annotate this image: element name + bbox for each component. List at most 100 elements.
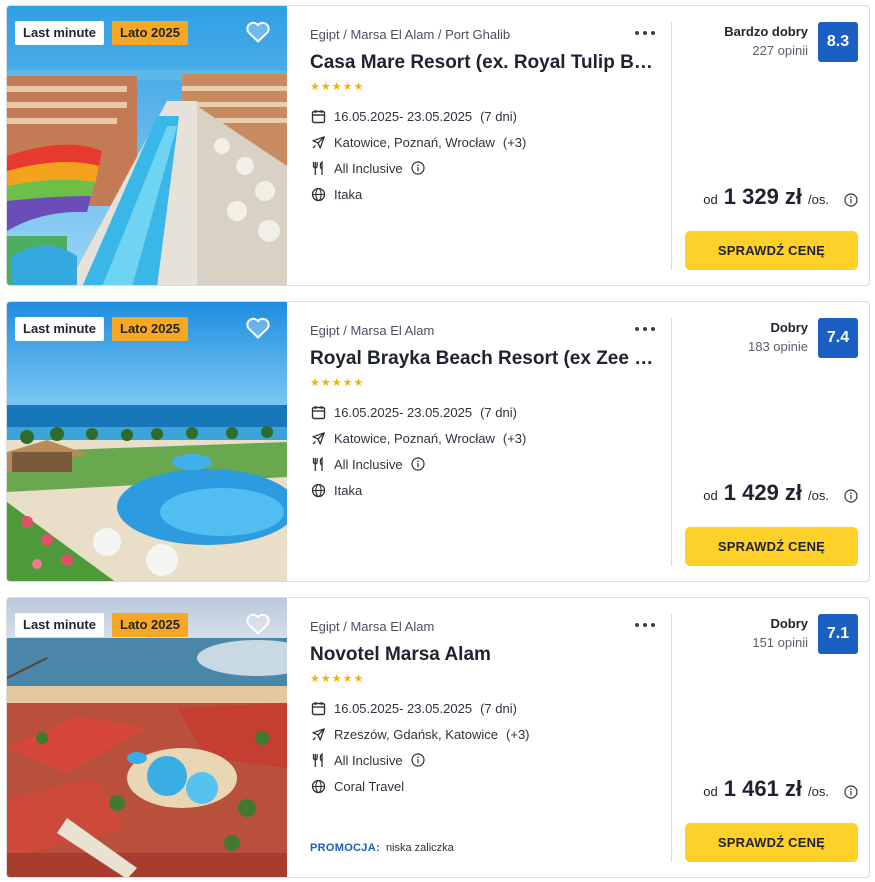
board-type: All Inclusive xyxy=(334,160,403,176)
price: od 1 461 zł /os. xyxy=(703,776,829,802)
price: od 1 329 zł /os. xyxy=(703,184,829,210)
heart-icon[interactable] xyxy=(245,20,271,44)
hotel-photo[interactable]: Last minute Lato 2025 xyxy=(7,302,287,581)
promo-label: PROMOCJA: xyxy=(310,842,380,854)
check-price-button[interactable]: SPRAWDŹ CENĘ xyxy=(685,231,858,270)
more-dots-icon[interactable] xyxy=(632,319,658,339)
operator-row: Itaka xyxy=(310,481,362,499)
offer-card[interactable]: Last minute Lato 2025 Egipt / Marsa El A… xyxy=(6,5,870,286)
tour-operator: Itaka xyxy=(334,186,363,202)
review-count[interactable]: 183 opinie xyxy=(748,339,808,354)
date-row: 16.05.2025- 23.05.2025 (7 dni) xyxy=(310,403,517,421)
departure-cities: Katowice, Poznań, Wrocław xyxy=(334,430,495,446)
plane-icon xyxy=(310,430,326,446)
location-breadcrumb[interactable]: Egipt / Marsa El Alam xyxy=(310,619,434,634)
more-departures[interactable]: (+3) xyxy=(506,727,529,742)
offer-card[interactable]: Last minute Lato 2025 Egipt / Marsa El A… xyxy=(6,597,870,878)
location-breadcrumb[interactable]: Egipt / Marsa El Alam xyxy=(310,323,434,338)
review-count[interactable]: 227 opinii xyxy=(752,43,808,58)
more-dots-icon[interactable] xyxy=(632,23,658,43)
board-type: All Inclusive xyxy=(334,456,403,472)
departure-cities: Rzeszów, Gdańsk, Katowice xyxy=(334,726,499,742)
plane-icon xyxy=(310,134,326,150)
price-amount: 1 461 zł xyxy=(723,776,803,801)
hotel-title[interactable]: Royal Brayka Beach Resort (ex Zee Brayka… xyxy=(310,348,660,370)
more-departures[interactable]: (+3) xyxy=(503,431,526,446)
last-minute-badge: Last minute xyxy=(15,21,104,45)
price: od 1 429 zł /os. xyxy=(703,480,829,506)
review-count[interactable]: 151 opinii xyxy=(752,635,808,650)
board-row: All Inclusive xyxy=(310,159,425,177)
hotel-photo[interactable]: Last minute Lato 2025 xyxy=(7,598,287,877)
price-amount: 1 329 zł xyxy=(723,184,803,209)
calendar-icon xyxy=(310,700,326,716)
offer-info: Egipt / Marsa El Alam Royal Brayka Beach… xyxy=(310,302,662,581)
date-row: 16.05.2025- 23.05.2025 (7 dni) xyxy=(310,107,517,125)
heart-icon[interactable] xyxy=(245,316,271,340)
promo-note: PROMOCJA: niska zaliczka xyxy=(310,842,454,854)
info-icon[interactable] xyxy=(411,457,425,471)
rating-score: 7.1 xyxy=(818,614,858,654)
star-rating: ★★★★★ xyxy=(310,81,365,93)
divider xyxy=(671,318,672,566)
cutlery-icon xyxy=(310,456,326,472)
season-badge: Lato 2025 xyxy=(112,21,188,45)
hotel-title[interactable]: Casa Mare Resort (ex. Royal Tulip Beach … xyxy=(310,52,660,74)
calendar-icon xyxy=(310,404,326,420)
more-departures[interactable]: (+3) xyxy=(503,135,526,150)
check-price-button[interactable]: SPRAWDŹ CENĘ xyxy=(685,823,858,862)
calendar-icon xyxy=(310,108,326,124)
plane-icon xyxy=(310,726,326,742)
dates-text: 16.05.2025- 23.05.2025 xyxy=(334,108,473,124)
departure-row: Rzeszów, Gdańsk, Katowice (+3) xyxy=(310,725,530,743)
price-prefix: od xyxy=(703,784,718,799)
board-row: All Inclusive xyxy=(310,751,425,769)
date-row: 16.05.2025- 23.05.2025 (7 dni) xyxy=(310,699,517,717)
duration-text: (7 dni) xyxy=(480,700,517,716)
price-amount: 1 429 zł xyxy=(723,480,803,505)
check-price-button[interactable]: SPRAWDŹ CENĘ xyxy=(685,527,858,566)
globe-icon xyxy=(310,482,326,498)
heart-icon[interactable] xyxy=(245,612,271,636)
offer-card[interactable]: Last minute Lato 2025 Egipt / Marsa El A… xyxy=(6,301,870,582)
star-rating: ★★★★★ xyxy=(310,673,365,685)
rating-label: Dobry xyxy=(770,616,808,631)
cutlery-icon xyxy=(310,160,326,176)
hotel-photo[interactable]: Last minute Lato 2025 xyxy=(7,6,287,285)
tour-operator: Coral Travel xyxy=(334,778,405,794)
season-badge: Lato 2025 xyxy=(112,613,188,637)
duration-text: (7 dni) xyxy=(480,404,517,420)
price-unit: /os. xyxy=(808,784,829,799)
tour-operator: Itaka xyxy=(334,482,363,498)
last-minute-badge: Last minute xyxy=(15,613,104,637)
offer-info: Egipt / Marsa El Alam / Port Ghalib Casa… xyxy=(310,6,662,285)
info-icon[interactable] xyxy=(844,785,858,799)
dates-text: 16.05.2025- 23.05.2025 xyxy=(334,404,473,420)
globe-icon xyxy=(310,186,326,202)
divider xyxy=(671,22,672,270)
promo-text: niska zaliczka xyxy=(385,842,454,854)
price-prefix: od xyxy=(703,488,718,503)
hotel-title[interactable]: Novotel Marsa Alam xyxy=(310,644,660,666)
location-breadcrumb[interactable]: Egipt / Marsa El Alam / Port Ghalib xyxy=(310,27,510,42)
price-unit: /os. xyxy=(808,488,829,503)
price-prefix: od xyxy=(703,192,718,207)
duration-text: (7 dni) xyxy=(480,108,517,124)
divider xyxy=(671,614,672,862)
operator-row: Coral Travel xyxy=(310,777,404,795)
departure-row: Katowice, Poznań, Wrocław (+3) xyxy=(310,429,526,447)
departure-cities: Katowice, Poznań, Wrocław xyxy=(334,134,495,150)
price-unit: /os. xyxy=(808,192,829,207)
more-dots-icon[interactable] xyxy=(632,615,658,635)
info-icon[interactable] xyxy=(411,161,425,175)
rating-score: 7.4 xyxy=(818,318,858,358)
info-icon[interactable] xyxy=(844,193,858,207)
last-minute-badge: Last minute xyxy=(15,317,104,341)
offer-info: Egipt / Marsa El Alam Novotel Marsa Alam… xyxy=(310,598,662,877)
rating-score: 8.3 xyxy=(818,22,858,62)
info-icon[interactable] xyxy=(844,489,858,503)
info-icon[interactable] xyxy=(411,753,425,767)
board-row: All Inclusive xyxy=(310,455,425,473)
board-type: All Inclusive xyxy=(334,752,403,768)
rating-label: Dobry xyxy=(770,320,808,335)
